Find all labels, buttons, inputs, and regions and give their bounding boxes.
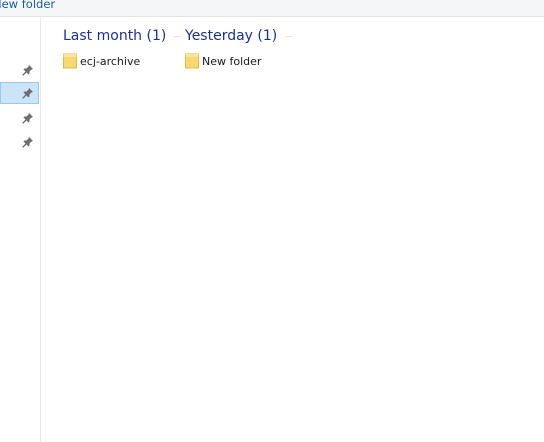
- folder-icon: [185, 53, 199, 69]
- quick-access-item[interactable]: [0, 131, 39, 153]
- folder-item[interactable]: ecj-archive: [63, 52, 181, 70]
- group-header[interactable]: Last month (1): [63, 26, 182, 46]
- pin-icon[interactable]: [22, 64, 34, 76]
- quick-access-item[interactable]: [0, 59, 39, 81]
- group-header[interactable]: Yesterday (1): [185, 26, 293, 46]
- group-last-month: Last month (1) ecj-archive: [63, 26, 182, 70]
- pin-icon[interactable]: [22, 136, 34, 148]
- group-title[interactable]: Last month (1): [63, 28, 166, 44]
- quick-access-item[interactable]: [0, 107, 39, 129]
- pin-icon[interactable]: [22, 87, 34, 99]
- group-yesterday: Yesterday (1) New folder: [185, 26, 293, 70]
- file-explorer-window: New folder Last month (1): [0, 0, 544, 442]
- group-divider: [285, 35, 293, 37]
- breadcrumb-current-folder[interactable]: New folder: [0, 0, 55, 12]
- address-bar[interactable]: New folder: [0, 0, 544, 17]
- file-list-content: Last month (1) ecj-archive Yesterday (1): [42, 17, 544, 442]
- navigation-pane: [0, 17, 41, 442]
- folder-name[interactable]: New folder: [202, 55, 261, 68]
- quick-access-item-selected[interactable]: [0, 82, 39, 104]
- pin-icon[interactable]: [22, 112, 34, 124]
- folder-icon: [63, 53, 77, 69]
- folder-name[interactable]: ecj-archive: [80, 55, 140, 68]
- group-title[interactable]: Yesterday (1): [185, 28, 277, 44]
- folder-item[interactable]: New folder: [185, 52, 292, 70]
- group-divider: [174, 35, 182, 37]
